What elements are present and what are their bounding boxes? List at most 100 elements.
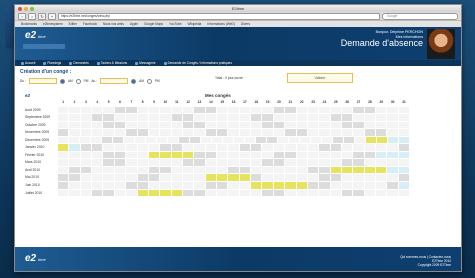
day-cell[interactable] xyxy=(307,114,320,122)
leave-day-cell[interactable] xyxy=(160,189,172,198)
day-cell[interactable] xyxy=(157,136,168,145)
day-cell[interactable] xyxy=(92,121,104,130)
bookmark-item[interactable]: Editer xyxy=(69,22,77,26)
day-cell[interactable] xyxy=(137,121,149,130)
day-cell[interactable] xyxy=(311,136,322,145)
day-cell[interactable] xyxy=(239,106,252,115)
weekend-cell[interactable] xyxy=(256,136,267,145)
day-cell[interactable] xyxy=(228,159,240,167)
day-cell[interactable] xyxy=(103,144,115,152)
weekend-cell[interactable] xyxy=(285,106,297,115)
leave-day-cell[interactable] xyxy=(262,182,274,190)
day-cell[interactable] xyxy=(103,106,115,115)
weekend-cell[interactable] xyxy=(160,166,172,175)
day-cell[interactable] xyxy=(341,144,354,152)
weekend-cell[interactable] xyxy=(92,144,104,152)
day-cell[interactable] xyxy=(251,166,263,175)
day-cell[interactable] xyxy=(92,174,104,183)
weekend-cell[interactable] xyxy=(194,151,206,160)
day-cell[interactable] xyxy=(296,144,308,152)
menu-item[interactable]: Messagerie xyxy=(135,61,156,65)
day-cell[interactable] xyxy=(341,174,354,183)
start-pm-radio[interactable] xyxy=(75,78,81,84)
weekend-cell[interactable] xyxy=(137,182,149,190)
day-cell[interactable] xyxy=(69,182,81,190)
leave-day-cell[interactable] xyxy=(251,182,263,190)
weekend-cell[interactable] xyxy=(114,106,127,115)
weekend-cell[interactable] xyxy=(194,159,206,167)
day-cell[interactable] xyxy=(126,189,138,198)
day-cell[interactable] xyxy=(124,136,135,145)
weekend-cell[interactable] xyxy=(387,182,399,190)
weekend-cell[interactable] xyxy=(113,136,124,145)
end-am-radio[interactable] xyxy=(131,78,137,84)
day-cell[interactable] xyxy=(398,151,411,160)
day-cell[interactable] xyxy=(69,159,81,167)
end-pm-radio[interactable] xyxy=(146,78,152,84)
day-cell[interactable] xyxy=(319,114,331,122)
bookmark-item[interactable]: Wikipédia xyxy=(188,22,202,26)
day-cell[interactable] xyxy=(398,182,411,190)
day-cell[interactable] xyxy=(399,136,410,145)
weekend-cell[interactable] xyxy=(137,174,149,183)
day-cell[interactable] xyxy=(319,106,331,115)
day-cell[interactable] xyxy=(251,121,263,130)
weekend-cell[interactable] xyxy=(171,114,183,122)
day-cell[interactable] xyxy=(330,106,342,115)
weekend-cell[interactable] xyxy=(262,159,274,167)
day-cell[interactable] xyxy=(319,129,331,137)
leave-day-cell[interactable] xyxy=(160,151,172,160)
day-cell[interactable] xyxy=(80,151,93,160)
day-cell[interactable] xyxy=(387,144,399,152)
day-cell[interactable] xyxy=(217,114,229,122)
day-cell[interactable] xyxy=(341,129,354,137)
day-cell[interactable] xyxy=(228,151,240,160)
day-cell[interactable] xyxy=(285,114,297,122)
day-cell[interactable] xyxy=(217,151,229,160)
day-cell[interactable] xyxy=(285,144,297,152)
day-cell[interactable] xyxy=(307,144,320,152)
day-cell[interactable] xyxy=(398,159,411,167)
weekend-cell[interactable] xyxy=(148,174,161,183)
day-cell[interactable] xyxy=(201,136,212,145)
day-cell[interactable] xyxy=(376,189,388,198)
weekend-cell[interactable] xyxy=(194,106,206,115)
end-date-input[interactable] xyxy=(100,78,129,84)
weekend-cell[interactable] xyxy=(190,136,201,145)
bookmark-item[interactable]: Divers xyxy=(241,22,250,26)
weekend-cell[interactable] xyxy=(330,114,342,122)
weekend-cell[interactable] xyxy=(205,106,218,115)
leave-day-cell[interactable] xyxy=(366,136,377,145)
day-cell[interactable] xyxy=(273,144,286,152)
day-cell[interactable] xyxy=(319,121,331,130)
day-cell[interactable] xyxy=(160,114,172,122)
day-cell[interactable] xyxy=(262,151,274,160)
day-cell[interactable] xyxy=(212,136,223,145)
weekend-cell[interactable] xyxy=(296,129,308,137)
day-cell[interactable] xyxy=(364,189,377,198)
day-cell[interactable] xyxy=(92,166,104,175)
day-cell[interactable] xyxy=(137,159,149,167)
day-cell[interactable] xyxy=(239,129,252,137)
day-cell[interactable] xyxy=(376,151,388,160)
weekend-cell[interactable] xyxy=(333,136,344,145)
day-cell[interactable] xyxy=(228,121,240,130)
weekend-cell[interactable] xyxy=(194,189,206,198)
weekend-cell[interactable] xyxy=(251,144,263,152)
weekend-cell[interactable] xyxy=(69,166,81,175)
day-cell[interactable] xyxy=(114,144,127,152)
day-cell[interactable] xyxy=(387,166,399,175)
day-cell[interactable] xyxy=(387,129,399,137)
weekend-cell[interactable] xyxy=(341,114,354,122)
weekend-cell[interactable] xyxy=(307,166,320,175)
day-cell[interactable] xyxy=(217,121,229,130)
day-cell[interactable] xyxy=(296,121,308,130)
day-cell[interactable] xyxy=(376,106,388,115)
day-cell[interactable] xyxy=(160,174,172,183)
day-cell[interactable] xyxy=(205,121,218,130)
weekend-cell[interactable] xyxy=(103,114,115,122)
day-cell[interactable] xyxy=(217,189,229,198)
day-cell[interactable] xyxy=(353,174,365,183)
day-cell[interactable] xyxy=(262,166,274,175)
day-cell[interactable] xyxy=(137,151,149,160)
